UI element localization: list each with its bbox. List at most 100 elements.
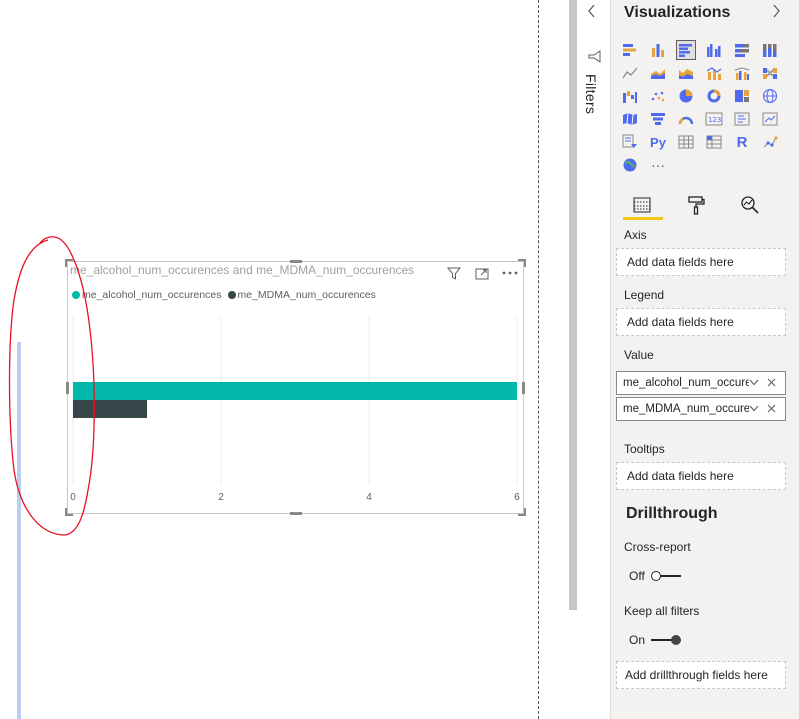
clustered-bar-chart-icon[interactable] [676, 40, 696, 60]
visualizations-pane: Visualizations 123 Py R ··· Axis Add dat… [610, 0, 799, 719]
keep-filters-toggle[interactable]: On [629, 633, 682, 647]
remove-field-icon[interactable] [767, 376, 781, 390]
ribbon-chart-icon[interactable] [760, 63, 780, 83]
keep-filters-state: On [629, 633, 646, 647]
resize-handle-bottom-left[interactable] [65, 508, 73, 516]
more-visuals-label: ··· [651, 157, 665, 173]
legend-well[interactable]: Add data fields here [616, 308, 786, 336]
slicer-icon[interactable] [620, 132, 640, 152]
x-tick-label-2: 4 [366, 492, 372, 503]
multi-row-card-icon[interactable] [732, 109, 752, 129]
bar-alcohol[interactable] [73, 382, 517, 400]
chevron-right-icon[interactable] [771, 4, 781, 22]
100-stacked-bar-chart-icon[interactable] [732, 40, 752, 60]
tooltips-well[interactable]: Add data fields here [616, 462, 786, 490]
drillthrough-title: Drillthrough [626, 505, 718, 522]
placeholder-icon-3 [788, 86, 799, 106]
python-visual-icon[interactable]: Py [648, 132, 668, 152]
python-visual-label: Py [650, 134, 666, 150]
waterfall-chart-icon[interactable] [620, 86, 640, 106]
pane-scrollbar[interactable] [569, 0, 577, 610]
arcgis-map-icon[interactable] [620, 155, 640, 175]
value-field-mdma[interactable]: me_MDMA_num_occurences [616, 397, 786, 421]
placeholder-icon-4 [788, 109, 799, 129]
chevron-down-icon[interactable] [749, 404, 763, 415]
cross-report-switch[interactable] [650, 571, 681, 581]
resize-handle-top-left[interactable] [65, 259, 73, 267]
tab-format[interactable] [677, 190, 715, 220]
x-tick-label-3: 6 [514, 492, 520, 503]
cross-report-state: Off [629, 569, 645, 583]
visualizations-title: Visualizations [624, 4, 731, 21]
gauge-chart-icon[interactable] [676, 109, 696, 129]
analytics-magnifier-icon [741, 196, 759, 214]
table-icon[interactable] [676, 132, 696, 152]
axis-well-label: Axis [624, 228, 647, 242]
placeholder-icon-5 [788, 132, 799, 152]
line-and-stacked-column-icon[interactable] [704, 63, 724, 83]
keep-filters-switch[interactable] [651, 635, 682, 645]
map-globe-icon[interactable] [760, 86, 780, 106]
resize-handle-left[interactable] [66, 382, 69, 394]
placeholder-icon-2 [788, 63, 799, 83]
cross-report-label: Cross-report [624, 540, 691, 554]
visual-type-gallery: 123 Py R ··· [620, 40, 799, 178]
pie-chart-icon[interactable] [676, 86, 696, 106]
stacked-column-chart-icon[interactable] [648, 40, 668, 60]
filter-funnel-icon [588, 50, 601, 66]
svg-text:123: 123 [708, 116, 721, 124]
legend-well-label: Legend [624, 288, 665, 302]
power-bi-report-editor: me_alcohol_num_occurences and me_MDMA_nu… [0, 0, 799, 719]
100-stacked-column-chart-icon[interactable] [760, 40, 780, 60]
chevron-left-icon[interactable] [587, 4, 597, 21]
area-chart-icon[interactable] [648, 63, 668, 83]
line-and-clustered-column-icon[interactable] [732, 63, 752, 83]
key-influencers-icon[interactable] [760, 132, 780, 152]
matrix-icon[interactable] [704, 132, 724, 152]
funnel-chart-icon[interactable] [648, 109, 668, 129]
donut-chart-icon[interactable] [704, 86, 724, 106]
cross-report-toggle[interactable]: Off [629, 569, 681, 583]
kpi-icon[interactable] [760, 109, 780, 129]
drillthrough-well[interactable]: Add drillthrough fields here [616, 661, 786, 689]
line-chart-icon[interactable] [620, 63, 640, 83]
resize-handle-bottom-right[interactable] [518, 508, 526, 516]
clustered-bar-chart-visual[interactable]: me_alcohol_num_occurences and me_MDMA_nu… [65, 259, 526, 516]
clustered-column-chart-icon[interactable] [704, 40, 724, 60]
axis-well[interactable]: Add data fields here [616, 248, 786, 276]
paint-roller-icon [688, 196, 705, 215]
card-icon[interactable]: 123 [704, 109, 724, 129]
more-visuals-icon[interactable]: ··· [648, 155, 668, 175]
value-field-mdma-name: me_MDMA_num_occurences [623, 403, 749, 415]
value-field-alcohol-name: me_alcohol_num_occurences [623, 377, 749, 389]
scatter-chart-icon[interactable] [648, 86, 668, 106]
active-tab-indicator [623, 217, 663, 220]
resize-handle-right[interactable] [522, 382, 525, 394]
keep-filters-label: Keep all filters [624, 604, 700, 618]
remove-field-icon[interactable] [767, 402, 781, 416]
resize-handle-top[interactable] [290, 260, 302, 263]
chevron-down-icon[interactable] [749, 378, 763, 389]
fields-grid-icon [633, 197, 651, 213]
x-tick-label-1: 2 [218, 492, 224, 503]
filled-map-icon[interactable] [620, 109, 640, 129]
value-well-label: Value [624, 348, 654, 362]
chart-plot-area: 0 2 4 6 [70, 317, 520, 503]
tab-fields[interactable] [623, 190, 661, 220]
placeholder-icon [788, 40, 799, 60]
resize-handle-top-right[interactable] [518, 259, 526, 267]
stacked-area-chart-icon[interactable] [676, 63, 696, 83]
r-visual-label: R [736, 133, 748, 151]
value-field-alcohol[interactable]: me_alcohol_num_occurences [616, 371, 786, 395]
tooltips-well-label: Tooltips [624, 442, 665, 456]
tab-analytics[interactable] [731, 190, 769, 220]
bar-mdma[interactable] [73, 400, 147, 418]
treemap-icon[interactable] [732, 86, 752, 106]
resize-handle-bottom[interactable] [290, 512, 302, 515]
r-visual-icon[interactable]: R [732, 132, 752, 152]
canvas-page-border [538, 0, 539, 719]
stacked-bar-chart-icon[interactable] [620, 40, 640, 60]
filters-pane-label[interactable]: Filters [583, 74, 599, 114]
viz-pane-tabs [623, 190, 769, 220]
canvas-scrollbar[interactable] [17, 342, 21, 719]
